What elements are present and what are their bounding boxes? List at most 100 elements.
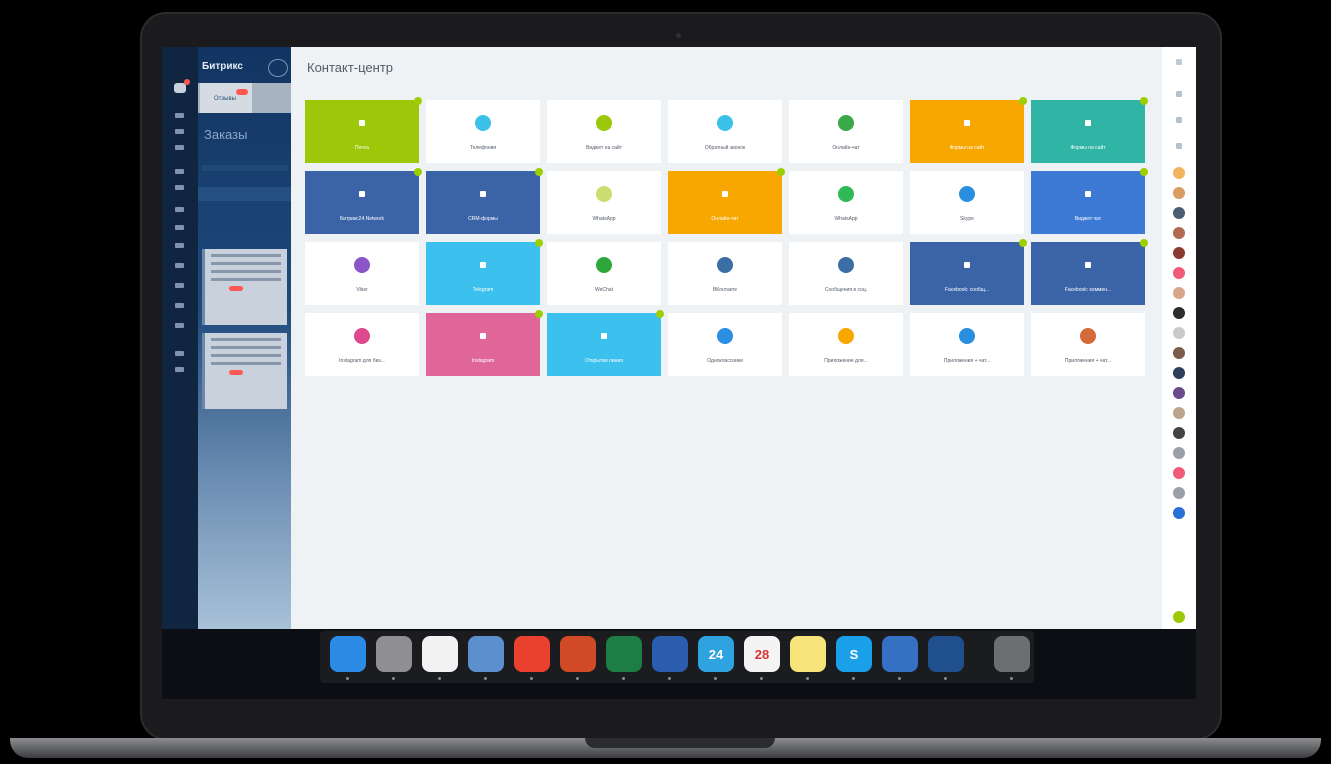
tile-open-lines[interactable]: Формы на сайт (1031, 97, 1148, 163)
contact-avatar[interactable] (1173, 347, 1185, 359)
nav-item-icon[interactable] (175, 129, 184, 134)
contact-avatar[interactable] (1173, 307, 1185, 319)
nav-item-icon[interactable] (175, 283, 184, 288)
contact-avatar[interactable] (1173, 447, 1185, 459)
tile-bitrix24-network[interactable]: Битрикс24.Network (305, 168, 422, 234)
system-preferences-icon[interactable] (376, 636, 412, 672)
tile-network-chat[interactable]: Открытая линия (547, 310, 664, 376)
nav-item-icon[interactable] (175, 243, 184, 248)
tile-label: ВКонтакте (712, 287, 738, 293)
tile-label: Facebook: коммен... (1064, 287, 1112, 293)
nav-item-icon[interactable] (175, 207, 184, 212)
bitrix24-icon[interactable]: 24 (698, 636, 734, 672)
tile-ads-form[interactable]: CRM-формы (426, 168, 543, 234)
nav-item-icon[interactable] (175, 113, 184, 118)
tile-bitrix-app[interactable]: Виджет чат (1031, 168, 1148, 234)
contact-avatar[interactable] (1173, 507, 1185, 519)
tile-forms[interactable]: Формы на сайт (910, 97, 1027, 163)
powerpoint-icon[interactable] (560, 636, 596, 672)
textedit-icon[interactable] (422, 636, 458, 672)
contact-avatar[interactable] (1173, 487, 1185, 499)
tile-skype[interactable]: Skype (910, 171, 1024, 234)
word-icon[interactable] (652, 636, 688, 672)
contact-avatar[interactable] (1173, 387, 1185, 399)
calendar-icon[interactable]: 28 (744, 636, 780, 672)
tile-apps[interactable]: Приложения + чат... (910, 313, 1024, 376)
tile-callback[interactable]: Обратный звонок (668, 100, 782, 163)
notes-icon[interactable] (790, 636, 826, 672)
tile-telephony[interactable]: Телефония (426, 100, 540, 163)
tile-instagram[interactable]: Instagram для биз... (305, 313, 419, 376)
nav-item-icon[interactable] (175, 303, 184, 308)
contact-avatar[interactable] (1173, 207, 1185, 219)
dock: 24 28 S (320, 631, 1034, 683)
tile-email[interactable]: Почта (305, 97, 422, 163)
finder-icon[interactable] (330, 636, 366, 672)
tile-online-chat[interactable]: Онлайн-чат (668, 168, 785, 234)
clock-button[interactable] (268, 59, 288, 77)
tile-marketplace[interactable]: Приложения + чат... (1031, 313, 1145, 376)
contact-avatar[interactable] (1173, 247, 1185, 259)
tile-whatsapp-icon (838, 186, 854, 202)
tile-open-lines-icon (1080, 115, 1096, 131)
notifications-icon[interactable] (1176, 59, 1182, 65)
tile-instagram-direct[interactable]: Instagram (426, 310, 543, 376)
search-icon[interactable] (1176, 143, 1182, 149)
tile-facebook-comments[interactable]: Facebook: коммен... (1031, 239, 1148, 305)
lightning-icon[interactable] (882, 636, 918, 672)
preview-icon[interactable] (468, 636, 504, 672)
tile-telegram[interactable]: Telegram (426, 239, 543, 305)
contact-avatar[interactable] (1173, 367, 1185, 379)
tile-facebook[interactable]: Facebook: сообщ... (910, 239, 1027, 305)
trash-icon[interactable] (994, 636, 1030, 672)
add-contact-icon[interactable] (1173, 611, 1185, 623)
contact-avatar[interactable] (1173, 187, 1185, 199)
nav-item-icon[interactable] (175, 351, 184, 356)
tile-vkontakte-icon (717, 257, 733, 273)
excel-icon[interactable] (606, 636, 642, 672)
contact-avatar[interactable] (1173, 167, 1185, 179)
nav-item-icon[interactable] (175, 263, 184, 268)
filter-row[interactable] (202, 165, 288, 171)
contact-avatar[interactable] (1173, 467, 1185, 479)
list-card[interactable] (202, 249, 287, 325)
tile-wechat[interactable]: WeChat (547, 242, 661, 305)
tile-label: Приложение для... (824, 358, 868, 364)
nav-item-icon[interactable] (175, 185, 184, 190)
contact-avatar[interactable] (1173, 287, 1185, 299)
skype-icon-text: S (849, 647, 859, 662)
tile-whatsapp[interactable]: WhatsApp (789, 171, 903, 234)
nav-item-icon[interactable] (175, 367, 184, 372)
contact-avatar[interactable] (1173, 407, 1185, 419)
tile-label: WhatsApp (592, 216, 616, 222)
nav-item-icon[interactable] (175, 225, 184, 230)
menu-icon[interactable] (174, 83, 186, 93)
contact-avatar[interactable] (1173, 427, 1185, 439)
tile-vkontakte[interactable]: ВКонтакте (668, 242, 782, 305)
tile-chat-widget[interactable]: Виджет на сайт (547, 100, 661, 163)
tile-ok[interactable]: Одноклассники (668, 313, 782, 376)
nav-item-icon[interactable] (175, 323, 184, 328)
tab-reviews[interactable]: Отзывы (200, 83, 252, 113)
tile-whatsapp-web[interactable]: WhatsApp (547, 171, 661, 234)
tile-telegram-bot[interactable]: Онлайн-чат (789, 100, 903, 163)
nav-item-icon[interactable] (175, 145, 184, 150)
tile-viber[interactable]: Viber (305, 242, 419, 305)
tile-bitrix24-network-icon (354, 186, 370, 202)
tile-yandex[interactable]: Приложение для... (789, 313, 903, 376)
connected-check-icon (656, 310, 664, 318)
list-card[interactable] (202, 333, 287, 409)
quicktime-icon[interactable] (928, 636, 964, 672)
tile-vk-groups[interactable]: Сообщения в соц. (789, 242, 903, 305)
skype-icon[interactable]: S (836, 636, 872, 672)
chat-icon[interactable] (1176, 91, 1182, 97)
contact-avatar[interactable] (1173, 227, 1185, 239)
contact-avatar[interactable] (1173, 327, 1185, 339)
tile-label: Битрикс24.Network (340, 216, 384, 222)
nav-item-icon[interactable] (175, 169, 184, 174)
contact-avatar[interactable] (1173, 267, 1185, 279)
filter-bar[interactable] (198, 187, 291, 201)
chrome-icon[interactable] (514, 636, 550, 672)
tasks-icon[interactable] (1176, 117, 1182, 123)
tile-facebook-comments-icon (1080, 257, 1096, 273)
